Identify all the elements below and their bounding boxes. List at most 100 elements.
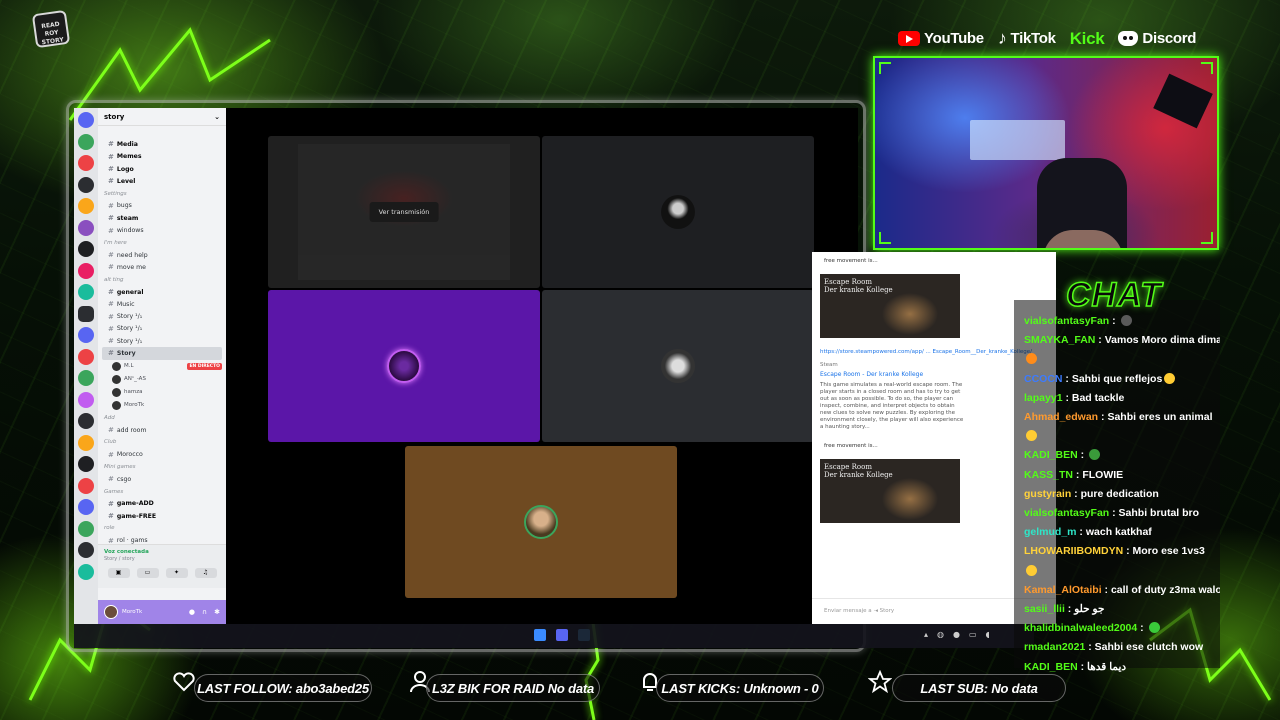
network-icon[interactable]: ◍: [937, 630, 944, 639]
channel-category[interactable]: alt ting: [98, 274, 226, 286]
server-icon[interactable]: [78, 112, 94, 128]
channel-category[interactable]: role: [98, 522, 226, 534]
voice-user[interactable]: M.L EN DIRECTO: [98, 360, 226, 373]
chat-username[interactable]: KADI_BEN: [1024, 449, 1078, 461]
link-preview-image[interactable]: Escape Room Der kranke Kollege: [820, 274, 960, 338]
volume-icon[interactable]: ◖: [986, 630, 990, 639]
server-icon[interactable]: [78, 133, 94, 150]
video-tile[interactable]: [268, 290, 540, 442]
channel-item[interactable]: # bugs: [98, 200, 226, 212]
server-icon[interactable]: [78, 370, 94, 386]
channel-item[interactable]: # general: [98, 286, 226, 298]
channel-category[interactable]: Club: [98, 436, 226, 448]
server-icon[interactable]: [78, 563, 94, 580]
channel-item[interactable]: # Logo: [98, 163, 226, 175]
server-icon[interactable]: [78, 198, 94, 214]
chat-username[interactable]: vialsofantasyFan: [1024, 507, 1109, 519]
gear-icon[interactable]: ✱: [214, 608, 220, 616]
video-tile[interactable]: [542, 136, 814, 288]
server-icon[interactable]: [78, 327, 94, 343]
server-icon[interactable]: [78, 219, 94, 236]
video-tile-stream[interactable]: Ver transmisión: [268, 136, 540, 288]
server-icon[interactable]: [78, 348, 94, 365]
server-icon[interactable]: [78, 542, 94, 558]
chat-username[interactable]: sasii_llii: [1024, 603, 1065, 615]
channel-category[interactable]: Mini games: [98, 461, 226, 473]
channel-item[interactable]: # add room: [98, 424, 226, 436]
channel-item[interactable]: # game-FREE: [98, 510, 226, 522]
channel-item[interactable]: # Story ¹/₁: [98, 335, 226, 347]
chat-username[interactable]: Kamal_AlOtaibi: [1024, 584, 1102, 596]
channel-item[interactable]: # Story ¹/₁: [98, 323, 226, 335]
video-tile[interactable]: [405, 446, 677, 598]
steam-icon[interactable]: [578, 629, 590, 641]
channel-category[interactable]: Settings: [98, 187, 226, 199]
server-icon[interactable]: [78, 176, 94, 193]
microphone-icon[interactable]: ●: [189, 608, 195, 616]
channel-item[interactable]: # need help: [98, 249, 226, 261]
chat-username[interactable]: KASS_TN: [1024, 469, 1073, 481]
voice-user-name: ANⁿ_-AS: [124, 376, 146, 383]
video-tile[interactable]: [542, 290, 814, 442]
avatar[interactable]: [104, 605, 118, 619]
server-icon[interactable]: [78, 499, 94, 515]
headphones-icon[interactable]: ∩: [202, 608, 207, 616]
activities-button[interactable]: ✦: [165, 568, 188, 578]
channel-category[interactable]: Games: [98, 485, 226, 497]
server-icon[interactable]: [78, 262, 94, 279]
server-icon[interactable]: [78, 434, 94, 451]
channel-item[interactable]: # steam: [98, 212, 226, 224]
server-icon[interactable]: [78, 284, 94, 300]
server-icon[interactable]: [78, 305, 94, 322]
microphone-icon[interactable]: ●: [953, 630, 960, 639]
watch-stream-button[interactable]: Ver transmisión: [369, 202, 439, 222]
channel-item[interactable]: # Story ¹/₁: [98, 310, 226, 322]
chat-message: khalidbinalwaleed2004 :: [1024, 619, 1220, 638]
chat-username[interactable]: vialsofantasyFan: [1024, 315, 1109, 327]
voice-user[interactable]: ANⁿ_-AS: [98, 373, 226, 386]
server-icon[interactable]: [78, 391, 94, 408]
chat-username[interactable]: SMAYKA_FAN: [1024, 334, 1095, 346]
voice-user[interactable]: hamza: [98, 386, 226, 399]
server-icon[interactable]: [78, 413, 94, 429]
channel-category[interactable]: I'm here: [98, 237, 226, 249]
channel-item[interactable]: # Level: [98, 175, 226, 187]
channel-item[interactable]: # Morocco: [98, 449, 226, 461]
channel-item[interactable]: # move me: [98, 261, 226, 273]
server-icon[interactable]: [78, 241, 94, 257]
chat-username[interactable]: CCOCN: [1024, 373, 1063, 385]
hash-icon: #: [108, 475, 114, 484]
voice-user[interactable]: MoroTk: [98, 399, 226, 412]
start-icon[interactable]: [534, 629, 546, 641]
channel-item[interactable]: # windows: [98, 224, 226, 236]
link-preview-image[interactable]: Escape Room Der kranke Kollege: [820, 459, 960, 523]
server-icon[interactable]: [78, 520, 94, 537]
server-header[interactable]: story ⌄: [98, 108, 226, 126]
chat-username[interactable]: rmadan2021: [1024, 641, 1085, 653]
chat-username[interactable]: gelmud_m: [1024, 526, 1077, 538]
channel-item[interactable]: # game-ADD: [98, 498, 226, 510]
discord-icon[interactable]: [556, 629, 568, 641]
chat-username[interactable]: gustyrain: [1024, 488, 1071, 500]
voice-channel-active[interactable]: # Story: [102, 347, 222, 360]
soundboard-button[interactable]: ♫: [194, 568, 217, 578]
channel-item[interactable]: # Memes: [98, 151, 226, 163]
channel-category[interactable]: [98, 126, 226, 138]
chat-username[interactable]: Ahmad_edwan: [1024, 411, 1098, 423]
server-icon[interactable]: [78, 155, 94, 171]
screen-share-button[interactable]: ▭: [136, 568, 159, 578]
channel-item[interactable]: # Media: [98, 138, 226, 150]
voice-channel-name[interactable]: Story / story: [104, 556, 220, 562]
channel-item[interactable]: # Music: [98, 298, 226, 310]
channel-item[interactable]: # csgo: [98, 473, 226, 485]
server-icon[interactable]: [78, 477, 94, 494]
chat-username[interactable]: LHOWARIIBOMDYN: [1024, 545, 1123, 557]
chevron-up-icon[interactable]: ▴: [924, 630, 928, 639]
channel-category[interactable]: Add: [98, 412, 226, 424]
camera-button[interactable]: ▣: [107, 568, 130, 578]
display-icon[interactable]: ▭: [969, 630, 977, 639]
discord-window: story ⌄ # Media # Memes # Logo # Level Settings #…: [74, 108, 858, 624]
server-icon[interactable]: [78, 456, 94, 472]
chat-username[interactable]: khalidbinalwaleed2004: [1024, 622, 1137, 634]
chat-username[interactable]: lapayy1: [1024, 392, 1063, 404]
